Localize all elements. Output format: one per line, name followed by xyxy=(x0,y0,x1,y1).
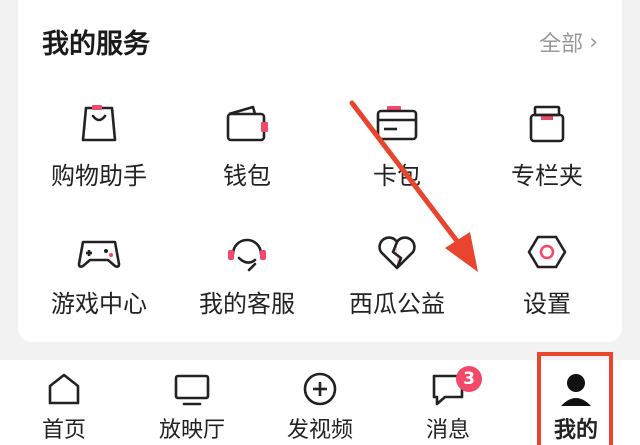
tab-post-video[interactable]: 发视频 xyxy=(256,360,384,445)
service-label: 游戏中心 xyxy=(51,290,147,318)
heart-icon xyxy=(322,228,472,276)
my-services-card: 我的服务 全部 › 购物助手 钱包 卡包 专栏夹 游戏中心 我的客服 西瓜公益 … xyxy=(18,0,622,342)
service-label: 购物助手 xyxy=(51,162,147,190)
tab-label: 放映厅 xyxy=(158,418,225,443)
settings-icon xyxy=(472,228,622,276)
tab-home[interactable]: 首页 xyxy=(0,360,128,445)
tab-label: 消息 xyxy=(425,418,470,443)
card-icon xyxy=(322,100,472,148)
tab-label: 发视频 xyxy=(286,418,353,443)
home-icon xyxy=(0,360,128,408)
chevron-right-icon: › xyxy=(589,29,598,55)
service-label: 西瓜公益 xyxy=(349,290,445,318)
tab-messages[interactable]: 3 消息 xyxy=(384,360,512,445)
service-customer-support[interactable]: 我的客服 xyxy=(172,228,322,319)
wallet-icon xyxy=(172,100,322,148)
tab-theater[interactable]: 放映厅 xyxy=(128,360,256,445)
view-all-label: 全部 xyxy=(539,32,584,57)
service-wallet[interactable]: 钱包 xyxy=(172,100,322,191)
message-icon: 3 xyxy=(384,360,512,408)
service-label: 专栏夹 xyxy=(511,162,583,190)
plus-circle-icon xyxy=(256,360,384,408)
service-shopping-assistant[interactable]: 购物助手 xyxy=(24,100,174,191)
unread-badge: 3 xyxy=(456,366,482,392)
gamepad-icon xyxy=(24,228,174,276)
section-title: 我的服务 xyxy=(42,29,150,60)
headset-icon xyxy=(172,228,322,276)
view-all-link[interactable]: 全部 › xyxy=(539,26,598,58)
folder-icon xyxy=(472,100,622,148)
service-label: 设置 xyxy=(523,290,571,318)
highlight-box xyxy=(537,352,613,445)
service-settings[interactable]: 设置 xyxy=(472,228,622,319)
service-card-holder[interactable]: 卡包 xyxy=(322,100,472,191)
service-game-center[interactable]: 游戏中心 xyxy=(24,228,174,319)
service-label: 钱包 xyxy=(223,162,271,190)
service-charity[interactable]: 西瓜公益 xyxy=(322,228,472,319)
service-column-folder[interactable]: 专栏夹 xyxy=(472,100,622,191)
service-label: 卡包 xyxy=(373,162,421,190)
tab-label: 首页 xyxy=(41,418,86,443)
service-label: 我的客服 xyxy=(199,290,295,318)
shopping-bag-icon xyxy=(24,100,174,148)
tv-icon xyxy=(128,360,256,408)
